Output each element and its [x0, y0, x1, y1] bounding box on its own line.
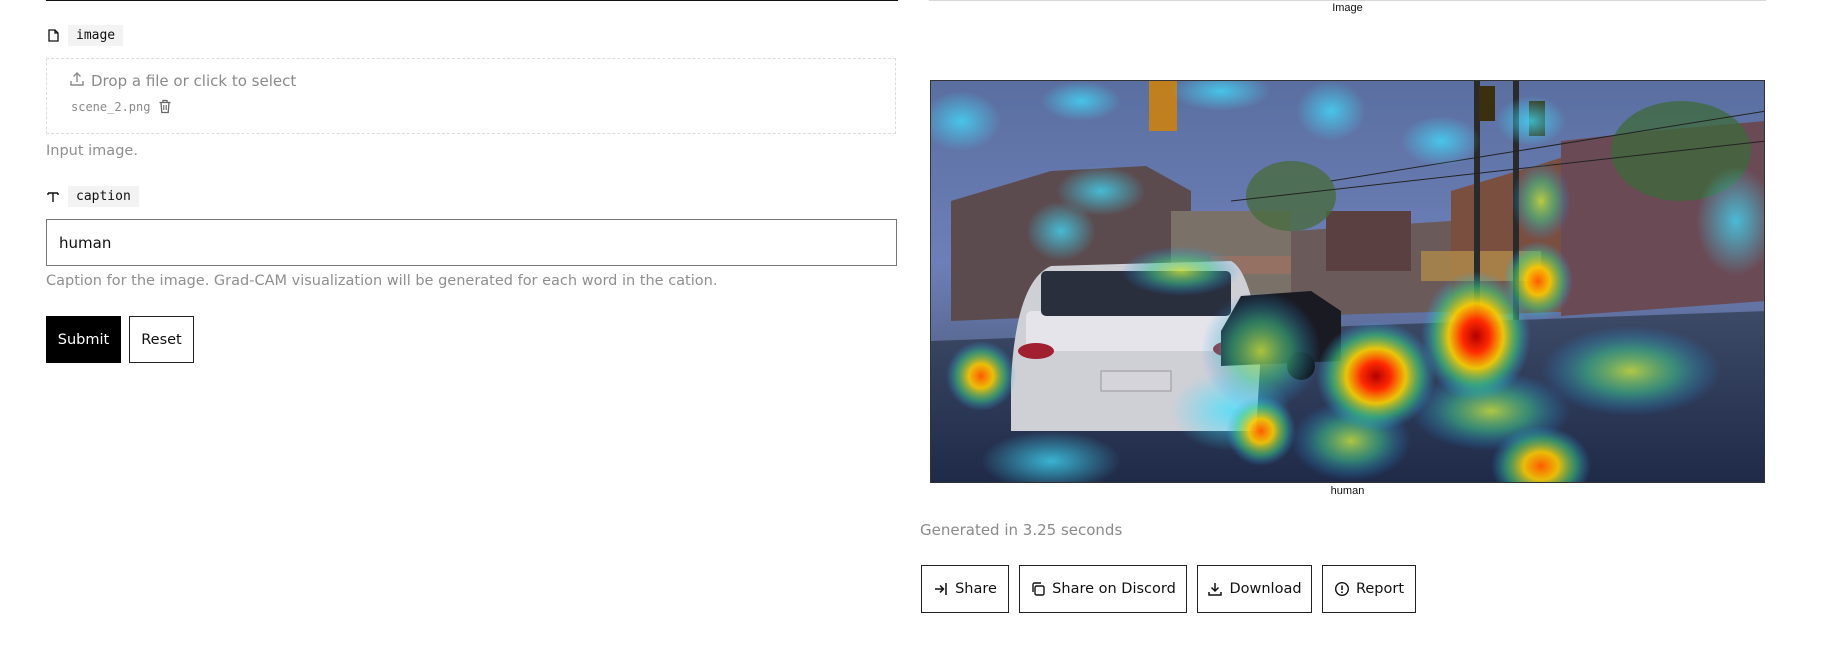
download-icon — [1207, 581, 1223, 597]
share-button[interactable]: Share — [921, 565, 1009, 613]
caption-label-chip: caption — [68, 186, 139, 207]
download-button[interactable]: Download — [1197, 565, 1312, 613]
reset-button[interactable]: Reset — [129, 316, 194, 363]
report-button[interactable]: Report — [1322, 565, 1416, 613]
submit-button[interactable]: Submit — [46, 316, 121, 363]
image-dropzone[interactable]: Drop a file or click to select scene_2.p… — [46, 58, 896, 134]
caption-input[interactable] — [46, 219, 897, 266]
drop-prompt[interactable]: Drop a file or click to select — [69, 71, 296, 91]
share-icon — [933, 581, 949, 597]
trash-icon[interactable] — [158, 99, 172, 114]
alert-circle-icon — [1334, 581, 1350, 597]
top-divider — [46, 0, 898, 1]
share-discord-button[interactable]: Share on Discord — [1019, 565, 1187, 613]
caption-field-label: caption — [46, 186, 139, 207]
output-divider — [929, 0, 1766, 1]
generation-time: Generated in 3.25 seconds — [920, 521, 1123, 539]
file-name: scene_2.png — [71, 99, 151, 114]
image-label-chip: image — [68, 25, 124, 46]
share-label: Share — [955, 581, 997, 597]
image-caption: human — [1330, 485, 1365, 497]
caption-help-text: Caption for the image. Grad-CAM visualiz… — [46, 273, 718, 289]
text-type-icon — [46, 190, 60, 204]
file-icon — [46, 29, 60, 43]
download-label: Download — [1229, 581, 1302, 597]
drop-text: Drop a file or click to select — [91, 72, 297, 90]
uploaded-file: scene_2.png — [71, 99, 172, 114]
share-discord-label: Share on Discord — [1052, 581, 1176, 597]
report-label: Report — [1355, 581, 1405, 597]
image-help-text: Input image. — [46, 143, 138, 159]
upload-icon — [69, 71, 85, 91]
gradcam-image — [930, 80, 1765, 483]
image-title: Image — [1332, 2, 1363, 14]
image-field-label: image — [46, 25, 124, 46]
copy-icon — [1030, 581, 1046, 597]
